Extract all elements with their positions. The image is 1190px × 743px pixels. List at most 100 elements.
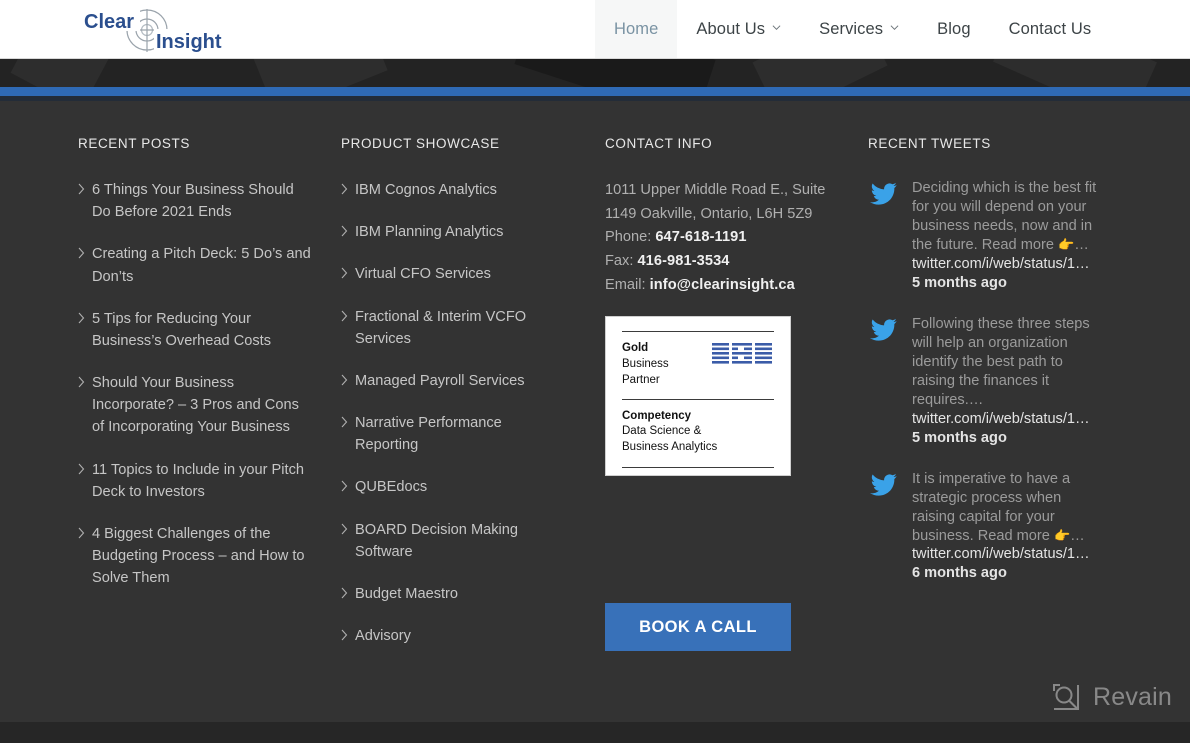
phone-value[interactable]: 647-618-1191 [655, 229, 746, 245]
main-navigation: Home About Us Services Blog Contact Us [595, 0, 1110, 58]
revain-logo-icon [1049, 680, 1083, 714]
footer-bottom-bar [0, 722, 1190, 743]
divider [622, 467, 774, 469]
nav-item-label: About Us [696, 19, 766, 38]
list-item[interactable]: Narrative Performance Reporting [341, 412, 566, 456]
chevron-right-icon [78, 376, 85, 388]
list-item[interactable]: Fractional & Interim VCFO Services [341, 306, 566, 350]
hero-decoration [252, 59, 388, 87]
list-item-label: 6 Things Your Business Should Do Before … [92, 182, 294, 221]
tweet-item: Following these three steps will help an… [868, 315, 1103, 448]
footer-column-recent-tweets: RECENT TWEETS Deciding which is the best… [868, 136, 1103, 605]
nav-item-contact-us[interactable]: Contact Us [990, 0, 1111, 58]
list-item[interactable]: IBM Planning Analytics [341, 221, 566, 243]
svg-text:Clear: Clear [84, 11, 134, 33]
ibm-tier: Gold [622, 342, 649, 354]
email-label: Email: [605, 276, 650, 293]
accent-bar [0, 87, 1190, 96]
tweet-link[interactable]: twitter.com/i/web/status/1… [912, 410, 1103, 429]
list-item[interactable]: Creating a Pitch Deck: 5 Do’s and Don’ts [78, 243, 313, 287]
nav-item-label: Contact Us [1008, 19, 1092, 38]
tweet-text: Following these three steps will help an… [912, 315, 1090, 408]
nav-item-home[interactable]: Home [595, 0, 678, 58]
ibm-partner-section: Gold Business Partner [622, 332, 774, 389]
hero-decoration [10, 59, 110, 87]
column-title: CONTACT INFO [605, 136, 713, 151]
chevron-down-icon [890, 23, 899, 32]
ibm-competency-line-1: Data Science & [622, 425, 702, 438]
nav-item-label: Blog [937, 19, 971, 38]
chevron-down-icon [772, 23, 781, 32]
list-item[interactable]: 6 Things Your Business Should Do Before … [78, 179, 313, 223]
list-item[interactable]: 11 Topics to Include in your Pitch Deck … [78, 459, 313, 503]
ibm-partner-text: Gold Business Partner [622, 341, 669, 389]
chevron-right-icon [341, 480, 348, 492]
chevron-right-icon [341, 374, 348, 386]
chevron-right-icon [341, 183, 348, 195]
pointing-hand-emoji: 👉 [1058, 236, 1075, 252]
hero-decoration [993, 59, 1157, 87]
tweet-item: Deciding which is the best fit for you w… [868, 179, 1103, 293]
nav-item-blog[interactable]: Blog [918, 0, 989, 58]
product-showcase-list: IBM Cognos Analytics IBM Planning Analyt… [341, 179, 566, 647]
chevron-right-icon [341, 629, 348, 641]
list-item-label: 5 Tips for Reducing Your Business’s Over… [92, 310, 271, 349]
chevron-right-icon [78, 527, 85, 539]
list-item[interactable]: Advisory [341, 625, 566, 647]
list-item-label: Budget Maestro [355, 585, 459, 602]
email-value[interactable]: info@clearinsight.ca [650, 277, 795, 293]
tweet-timestamp: 5 months ago [912, 274, 1007, 291]
list-item[interactable]: 4 Biggest Challenges of the Budgeting Pr… [78, 523, 313, 590]
chevron-right-icon [341, 416, 348, 428]
address-line-2: 1149 Oakville, Ontario, L6H 5Z9 [605, 205, 813, 222]
book-a-call-button[interactable]: BOOK A CALL [605, 603, 791, 651]
nav-item-label: Services [819, 19, 884, 38]
address-line-1: 1011 Upper Middle Road E., Suite [605, 182, 826, 198]
tweet-link[interactable]: twitter.com/i/web/status/1… [912, 545, 1103, 564]
list-item-label: Creating a Pitch Deck: 5 Do’s and Don’ts [92, 246, 311, 285]
chevron-right-icon [78, 247, 85, 259]
chevron-right-icon [78, 183, 85, 195]
twitter-bird-icon [868, 473, 898, 499]
revain-watermark: Revain [1049, 680, 1172, 714]
fax-row: Fax: 416-981-3534 [605, 250, 840, 274]
chevron-right-icon [341, 310, 348, 322]
site-logo[interactable]: Clear Insight [78, 9, 224, 53]
footer-column-contact-info: CONTACT INFO 1011 Upper Middle Road E., … [605, 136, 840, 297]
revain-watermark-label: Revain [1092, 682, 1172, 711]
phone-row: Phone: 647-618-1191 [605, 226, 840, 250]
recent-posts-list: 6 Things Your Business Should Do Before … [78, 179, 313, 589]
column-title: PRODUCT SHOWCASE [341, 136, 500, 151]
ibm-partner-line-2: Partner [622, 373, 660, 386]
list-item-label: 11 Topics to Include in your Pitch Deck … [92, 461, 305, 500]
list-item[interactable]: Should Your Business Incorporate? – 3 Pr… [78, 372, 313, 439]
footer-column-product-showcase: PRODUCT SHOWCASE IBM Cognos Analytics IB… [341, 136, 566, 667]
svg-text:Insight: Insight [156, 31, 222, 53]
hero-decoration [752, 59, 888, 87]
chevron-right-icon [78, 463, 85, 475]
list-item[interactable]: 5 Tips for Reducing Your Business’s Over… [78, 308, 313, 352]
list-item[interactable]: IBM Cognos Analytics [341, 179, 566, 201]
tweet-item: It is imperative to have a strategic pro… [868, 470, 1103, 584]
footer-column-recent-posts: RECENT POSTS 6 Things Your Business Shou… [78, 136, 313, 609]
nav-item-services[interactable]: Services [800, 0, 918, 58]
ibm-competency-section: Competency Data Science & Business Analy… [622, 400, 774, 457]
chevron-right-icon [341, 523, 348, 535]
list-item[interactable]: Managed Payroll Services [341, 370, 566, 392]
list-item-label: QUBEdocs [355, 479, 428, 496]
fax-value: 416-981-3534 [637, 252, 730, 269]
list-item-label: Advisory [355, 628, 411, 645]
chevron-right-icon [78, 312, 85, 324]
ibm-partner-badge: Gold Business Partner Competency Data Sc… [605, 316, 791, 476]
tweet-link[interactable]: twitter.com/i/web/status/1… [912, 255, 1103, 274]
nav-item-about-us[interactable]: About Us [677, 0, 800, 58]
email-row: Email: info@clearinsight.ca [605, 274, 840, 298]
column-title: RECENT TWEETS [868, 136, 991, 151]
list-item-label: BOARD Decision Making Software [355, 521, 519, 560]
tweet-timestamp: 6 months ago [912, 565, 1007, 582]
fax-label: Fax: [605, 252, 638, 269]
list-item[interactable]: Virtual CFO Services [341, 263, 566, 285]
list-item[interactable]: QUBEdocs [341, 476, 566, 498]
list-item[interactable]: Budget Maestro [341, 583, 566, 605]
list-item[interactable]: BOARD Decision Making Software [341, 519, 566, 563]
